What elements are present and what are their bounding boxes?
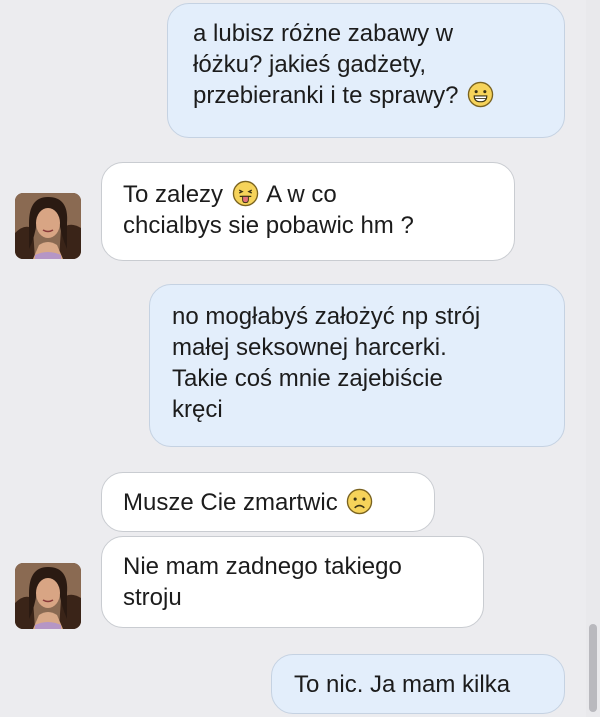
message-text: A w co bbox=[266, 181, 337, 208]
message-bubble-outgoing: To nic. Ja mam kilka bbox=[271, 654, 565, 714]
scrollbar-track[interactable] bbox=[586, 0, 600, 717]
message-line: stroju bbox=[123, 584, 182, 611]
message-bubble-outgoing: no mogłabyś założyć np strój małej sekso… bbox=[149, 284, 565, 447]
frowning-emoji-icon bbox=[346, 488, 373, 515]
message-line: Takie coś mnie zajebiście bbox=[172, 365, 443, 392]
message-bubble-outgoing: a lubisz różne zabawy w łóżku? jakieś ga… bbox=[167, 3, 565, 138]
message-text: Musze Cie zmartwic bbox=[123, 489, 338, 516]
message-line: małej seksownej harcerki. bbox=[172, 334, 447, 361]
message-line: kręci bbox=[172, 396, 223, 423]
contact-avatar[interactable] bbox=[15, 563, 81, 629]
message-line: no mogłabyś założyć np strój bbox=[172, 303, 481, 330]
scrollbar-thumb[interactable] bbox=[589, 624, 597, 712]
message-line: przebieranki i te sprawy? bbox=[193, 80, 564, 111]
message-text: przebieranki i te sprawy? bbox=[193, 82, 459, 109]
message-text: To zalezy bbox=[123, 181, 224, 208]
message-bubble-incoming: Musze Cie zmartwic bbox=[101, 472, 435, 532]
tongue-out-emoji-icon bbox=[232, 180, 259, 207]
message-bubble-incoming: To zalezy A w co chcialbys sie pobawic h… bbox=[101, 162, 515, 261]
message-bubble-incoming: Nie mam zadnego takiego stroju bbox=[101, 536, 484, 628]
message-line: Nie mam zadnego takiego bbox=[123, 553, 402, 580]
message-line: To nic. Ja mam kilka bbox=[294, 671, 511, 698]
message-line: łóżku? jakieś gadżety, bbox=[193, 51, 427, 78]
message-line: a lubisz różne zabawy w bbox=[193, 20, 454, 47]
message-line: Musze Cie zmartwic bbox=[123, 487, 434, 518]
message-line: To zalezy A w co bbox=[123, 179, 514, 210]
contact-avatar[interactable] bbox=[15, 193, 81, 259]
message-line: chcialbys sie pobawic hm ? bbox=[123, 212, 414, 239]
grinning-emoji-icon bbox=[467, 81, 494, 108]
